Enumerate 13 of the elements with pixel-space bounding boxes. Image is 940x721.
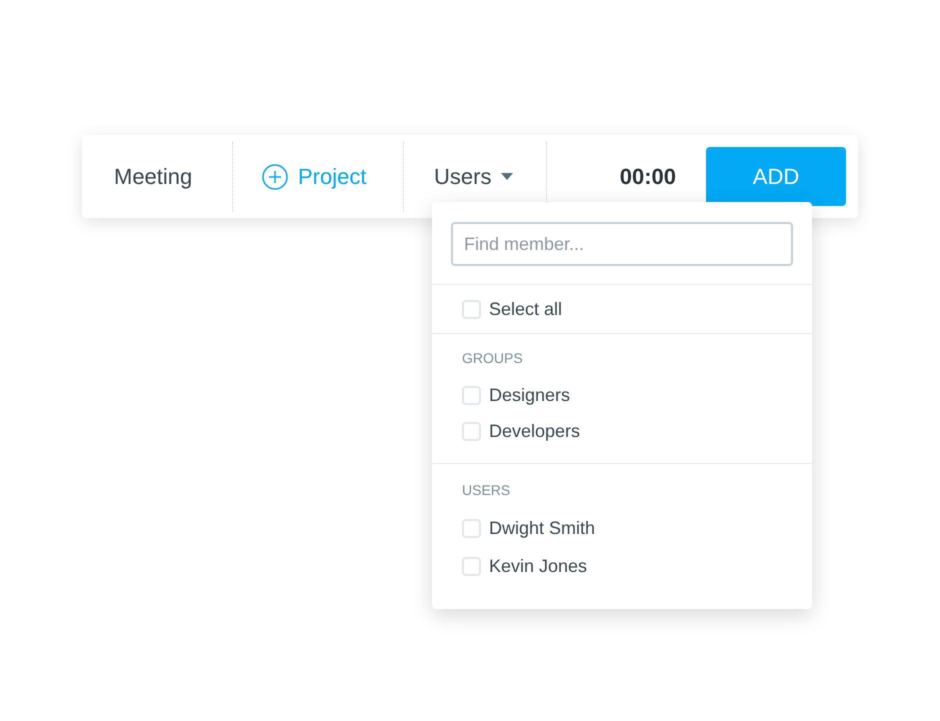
checkbox-option[interactable]: Developers bbox=[462, 413, 782, 449]
plus-icon bbox=[262, 164, 288, 190]
description-text[interactable]: Meeting bbox=[114, 160, 192, 193]
search-field[interactable]: Find member... bbox=[451, 222, 793, 266]
checkbox-option[interactable]: Select all bbox=[462, 297, 782, 321]
section-heading: USERS bbox=[462, 481, 510, 500]
section-heading: GROUPS bbox=[462, 349, 523, 368]
checkbox-option[interactable]: Dwight Smith bbox=[462, 509, 782, 547]
timer-text: 00:00 bbox=[620, 163, 676, 191]
checkbox-option[interactable]: Kevin Jones bbox=[462, 547, 782, 585]
checkbox-option[interactable]: Designers bbox=[462, 377, 782, 413]
caret-icon bbox=[501, 173, 514, 180]
users-dropdown[interactable]: Users bbox=[434, 160, 514, 193]
